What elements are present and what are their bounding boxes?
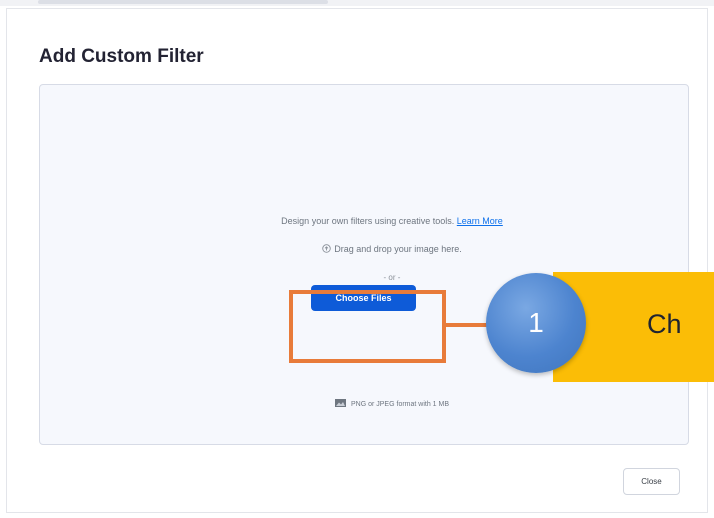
image-icon [334, 399, 346, 407]
image-drop-zone[interactable]: Design your own filters using creative t… [39, 84, 689, 445]
callout-connector-line [446, 323, 490, 327]
design-filters-description: Design your own filters using creative t… [281, 216, 455, 226]
close-button[interactable]: Close [623, 468, 680, 495]
add-custom-filter-dialog: Add Custom Filter Design your own filter… [6, 8, 708, 513]
design-filters-text: Design your own filters using creative t… [40, 216, 688, 226]
background-window-strip [0, 0, 714, 6]
choose-files-button[interactable]: Choose Files [311, 285, 416, 311]
callout-text: Ch [647, 309, 682, 339]
file-format-hint: PNG or JPEG format with 1 MB [40, 399, 688, 408]
step-number-badge: 1 [486, 273, 586, 373]
drag-and-drop-hint: Drag and drop your image here. [40, 244, 688, 254]
learn-more-link[interactable]: Learn More [457, 216, 503, 226]
blurred-background-text [38, 0, 328, 4]
drag-and-drop-text: Drag and drop your image here. [334, 244, 462, 254]
screenshot-page: Add Custom Filter Design your own filter… [0, 0, 714, 518]
cloud-upload-icon [322, 244, 331, 253]
dialog-title: Add Custom Filter [39, 46, 204, 67]
file-format-text: PNG or JPEG format with 1 MB [350, 401, 450, 408]
